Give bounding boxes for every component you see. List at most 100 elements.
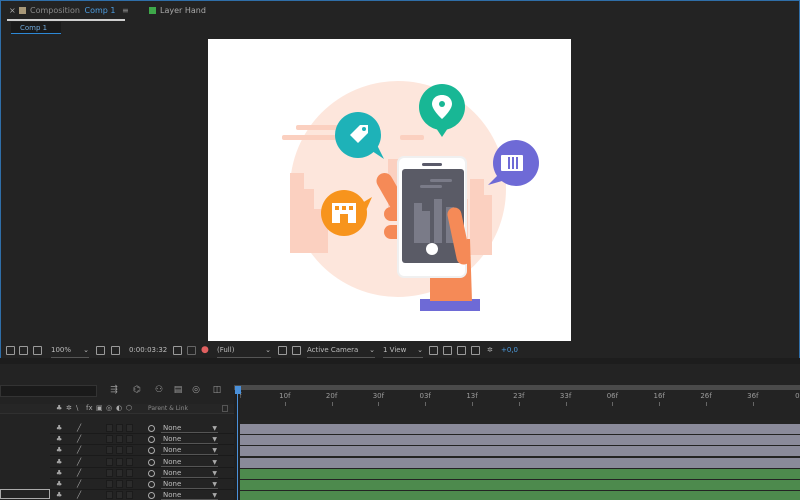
layer-row[interactable]: ♣ ╱ None ▼ <box>0 467 234 479</box>
parent-select[interactable]: None ▼ <box>161 469 218 478</box>
composition-viewer[interactable] <box>1 35 799 341</box>
time-ruler[interactable]: 0f10f20f30f03f13f23f33f06f16f26f36f09 <box>234 383 800 413</box>
motion-blur-switch[interactable] <box>116 491 123 500</box>
layer-name-cell[interactable] <box>0 456 50 468</box>
quality-switch-icon[interactable]: ╱ <box>77 491 81 500</box>
motion-blur-switch[interactable] <box>116 457 123 466</box>
timecode[interactable]: 0:00:03:32 <box>129 343 167 358</box>
zoom-select[interactable]: 100% ⌄ <box>51 343 89 358</box>
layer-duration-bar[interactable] <box>240 491 800 500</box>
pick-whip-icon[interactable] <box>148 492 155 500</box>
comp-subtab[interactable]: Comp 1 <box>11 22 61 34</box>
layer-duration-bar[interactable] <box>240 424 800 434</box>
playhead-handle[interactable] <box>235 386 241 394</box>
3d-switch[interactable] <box>126 468 133 477</box>
3d-switch[interactable] <box>126 480 133 488</box>
work-area-bar[interactable] <box>234 385 800 390</box>
shy-switch-icon[interactable]: ♣ <box>56 480 62 489</box>
layer-duration-bar[interactable] <box>240 446 800 457</box>
layer-row[interactable]: ♣ ╱ None ▼ <box>0 445 234 457</box>
fx-switch[interactable] <box>106 491 113 500</box>
layer-row[interactable]: ♣ ╱ None ▼ <box>0 434 234 446</box>
3d-switch[interactable] <box>126 491 133 500</box>
quality-switch-icon[interactable]: ╱ <box>77 435 81 444</box>
layer-name-cell[interactable] <box>0 434 50 446</box>
transparency-grid-icon[interactable] <box>292 346 301 355</box>
exposure-value[interactable]: +0,0 <box>501 343 518 358</box>
shy-switch-icon[interactable]: ♣ <box>56 424 62 433</box>
parent-select[interactable]: None ▼ <box>161 491 218 500</box>
fast-previews-icon[interactable] <box>443 346 452 355</box>
quality-switch-icon[interactable]: ╱ <box>77 424 81 433</box>
motion-blur-switch[interactable] <box>116 424 123 432</box>
toggle-pixel-icon[interactable] <box>429 346 438 355</box>
graph-editor-icon[interactable]: ◫ <box>211 384 223 396</box>
3d-switch[interactable] <box>126 446 133 455</box>
layer-name-cell[interactable] <box>0 445 50 457</box>
region-of-interest-icon[interactable] <box>278 346 287 355</box>
fx-switch[interactable] <box>106 468 113 477</box>
motion-blur-icon[interactable]: ◎ <box>190 384 202 396</box>
quality-switch-icon[interactable]: ╱ <box>77 458 81 467</box>
tab-layer-hand[interactable]: Layer Hand <box>149 4 206 20</box>
layer-duration-bar[interactable] <box>240 480 800 490</box>
pick-whip-icon[interactable] <box>148 481 155 488</box>
shy-switch-icon[interactable]: ♣ <box>56 491 62 500</box>
quality-switch-icon[interactable]: ╱ <box>77 469 81 478</box>
motion-blur-switch[interactable] <box>116 446 123 455</box>
parent-select[interactable]: None ▼ <box>161 424 218 433</box>
fx-switch[interactable] <box>106 457 113 466</box>
reset-exposure-icon[interactable]: ✲ <box>487 343 493 358</box>
pick-whip-icon[interactable] <box>148 436 155 444</box>
shy-switch-icon[interactable]: ♣ <box>56 458 62 467</box>
parent-select[interactable]: None ▼ <box>161 435 218 445</box>
column-toggle-icon[interactable] <box>222 405 228 412</box>
shy-icon[interactable]: ⚇ <box>153 384 165 396</box>
motion-blur-switch[interactable] <box>116 468 123 477</box>
parent-select[interactable]: None ▼ <box>161 458 218 467</box>
parent-select[interactable]: None ▼ <box>161 446 218 456</box>
shy-switch-icon[interactable]: ♣ <box>56 446 62 455</box>
frame-blending-icon[interactable]: ▤ <box>172 384 184 396</box>
tab-composition[interactable]: Composition Comp 1 ≡ <box>19 4 129 20</box>
shy-switch-icon[interactable]: ♣ <box>56 469 62 478</box>
fx-switch[interactable] <box>106 446 113 455</box>
layer-duration-bar[interactable] <box>240 457 800 468</box>
3d-switch[interactable] <box>126 424 133 432</box>
comp-mini-flowchart-icon[interactable]: ⇶ <box>108 384 120 396</box>
tab-menu-icon[interactable]: ≡ <box>122 6 129 15</box>
fx-switch[interactable] <box>106 424 113 432</box>
fx-switch[interactable] <box>106 480 113 488</box>
shy-switch-icon[interactable]: ♣ <box>56 435 62 444</box>
resolution-select[interactable]: (Full) ⌄ <box>217 343 271 358</box>
layer-row[interactable]: ♣ ╱ None ▼ <box>0 423 234 434</box>
layer-duration-bar[interactable] <box>240 468 800 479</box>
pick-whip-icon[interactable] <box>148 469 155 477</box>
layer-row[interactable]: ♣ ╱ None ▼ <box>0 456 234 468</box>
draft-3d-icon[interactable]: ⌬ <box>131 384 143 396</box>
composition-canvas[interactable] <box>208 39 571 341</box>
pick-whip-icon[interactable] <box>148 458 155 466</box>
timeline-icon[interactable] <box>457 346 466 355</box>
close-tab-icon[interactable]: × <box>9 4 16 20</box>
3d-switch[interactable] <box>126 457 133 466</box>
parent-select[interactable]: None ▼ <box>161 480 218 489</box>
region-icon[interactable] <box>19 346 28 355</box>
quality-switch-icon[interactable]: ╱ <box>77 446 81 455</box>
motion-blur-switch[interactable] <box>116 435 123 444</box>
always-preview-icon[interactable] <box>6 346 15 355</box>
views-select[interactable]: 1 View ⌄ <box>383 343 423 358</box>
camera-select[interactable]: Active Camera ⌄ <box>307 343 375 358</box>
pick-whip-icon[interactable] <box>148 425 155 432</box>
timeline-search-input[interactable] <box>0 385 97 397</box>
quality-switch-icon[interactable]: ╱ <box>77 480 81 489</box>
flowchart-icon[interactable] <box>471 346 480 355</box>
vr-icon[interactable] <box>33 346 42 355</box>
pick-whip-icon[interactable] <box>148 447 155 455</box>
lock-icon[interactable] <box>19 7 26 14</box>
layer-name-cell[interactable] <box>0 467 50 479</box>
grid-icon[interactable] <box>96 346 105 355</box>
layer-name-cell[interactable] <box>0 423 50 434</box>
show-snapshot-icon[interactable] <box>187 346 196 355</box>
3d-switch[interactable] <box>126 435 133 444</box>
